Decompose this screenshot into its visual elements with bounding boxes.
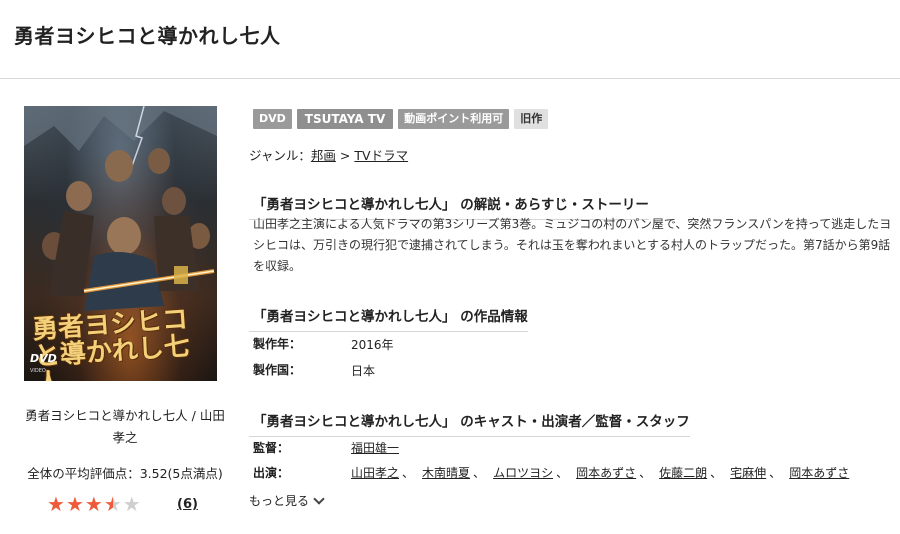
director-link[interactable]: 福田雄一 — [351, 439, 399, 456]
production-country-label: 製作国： — [253, 363, 302, 377]
badge-row: DVD TSUTAYA TV 動画ポイント利用可 旧作 — [253, 109, 549, 129]
genre-separator: > — [339, 148, 351, 163]
dvd-logo-sub: VIDEO — [30, 368, 46, 374]
star-icon: ★ — [84, 492, 103, 516]
badge-dvd: DVD — [253, 109, 292, 129]
cast-separator: 、 — [639, 466, 652, 480]
page-header: 勇者ヨシヒコと導かれし七人 — [0, 0, 900, 79]
badge-old-release: 旧作 — [514, 109, 549, 129]
badge-tsutaya-tv: TSUTAYA TV — [296, 109, 394, 129]
genre-link-movie[interactable]: 邦画 — [311, 148, 336, 163]
dvd-logo: DVD — [30, 352, 57, 365]
poster-title-text: 勇者ヨシヒコと導かれし七人 — [31, 304, 191, 381]
cast-separator: 、 — [473, 466, 486, 480]
rating-stars: ★ ★ ★ ★ ★ — [47, 493, 141, 515]
work-info-heading: 「勇者ヨシヒコと導かれし七人」 の作品情報 — [249, 305, 528, 333]
cast-member-link[interactable]: ムロツヨシ — [493, 466, 553, 480]
cast-separator: 、 — [769, 466, 782, 480]
show-more-button[interactable]: もっと見る — [249, 492, 325, 509]
director-label: 監督： — [253, 441, 290, 455]
star-icon: ★ — [103, 492, 122, 516]
cast-member-link[interactable]: 佐藤二朗 — [659, 466, 707, 480]
page-title: 勇者ヨシヒコと導かれし七人 — [14, 24, 281, 48]
sidebar-product-title: 勇者ヨシヒコと導かれし七人 / 山田孝之 — [25, 408, 225, 445]
cast-separator: 、 — [402, 466, 415, 480]
cast-separator: 、 — [710, 466, 723, 480]
cast-member-link[interactable]: 岡本あずさ — [789, 466, 849, 480]
review-count-link[interactable]: (6) — [177, 497, 198, 512]
production-year-value: 2016年 — [351, 338, 394, 352]
production-year-label: 製作年： — [253, 337, 302, 351]
genre-breadcrumb: ジャンル：邦画 > TVドラマ — [249, 145, 408, 164]
star-icon: ★ — [47, 492, 65, 516]
star-icon: ★ — [65, 492, 84, 516]
show-more-label: もっと見る — [249, 494, 310, 508]
cast-member-link[interactable]: 宅麻伸 — [730, 466, 766, 480]
cast-separator: 、 — [556, 466, 569, 480]
cast-member-link[interactable]: 山田孝之 — [351, 466, 399, 480]
average-rating-text: 全体の平均評価点：3.52(5点満点) — [27, 466, 223, 481]
synopsis-text: 山田孝之主演による人気ドラマの第3シリーズ第3巻。ミュジコの村のパン屋で、突然フ… — [253, 217, 892, 273]
staff-heading: 「勇者ヨシヒコと導かれし七人」 のキャスト・出演者／監督・スタッフ — [249, 410, 690, 438]
cast-member-link[interactable]: 岡本あずさ — [576, 466, 636, 480]
star-icon: ★ — [122, 492, 141, 516]
dvd-cover-image[interactable]: 勇者ヨシヒコと導かれし七人 DVD VIDEO — [24, 106, 217, 381]
cast-member-link[interactable]: 木南晴夏 — [422, 466, 470, 480]
cast-list: 山田孝之、木南晴夏、ムロツヨシ、岡本あずさ、佐藤二朗、宅麻伸、岡本あずさ — [351, 464, 849, 481]
chevron-down-icon — [313, 492, 325, 505]
badge-video-points: 動画ポイント利用可 — [398, 109, 510, 129]
production-country-value: 日本 — [351, 364, 376, 378]
cast-label: 出演： — [253, 466, 290, 480]
genre-label: ジャンル： — [249, 148, 311, 163]
genre-link-tvdrama[interactable]: TVドラマ — [354, 148, 408, 163]
